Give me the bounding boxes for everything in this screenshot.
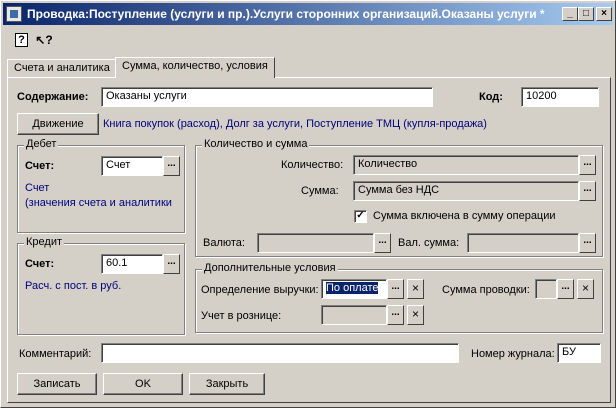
revenue-input[interactable]: По оплате xyxy=(321,279,387,299)
posting-sum-input[interactable] xyxy=(535,279,557,299)
quantity-select-button[interactable]: ... xyxy=(579,155,596,175)
currency-label: Валюта: xyxy=(203,237,245,249)
revenue-clear-button[interactable]: × xyxy=(407,279,424,299)
close-dialog-button[interactable]: Закрыть xyxy=(189,373,265,395)
retail-clear-button[interactable]: × xyxy=(407,305,424,325)
quantity-label: Количество: xyxy=(281,159,344,171)
quantity-input[interactable]: Количество xyxy=(353,155,579,175)
movement-button[interactable]: Движение xyxy=(17,113,99,135)
journal-label: Номер журнала: xyxy=(471,348,555,360)
app-icon xyxy=(6,6,22,22)
debit-desc-2: (значения счета и аналитики xyxy=(25,197,172,209)
credit-account-input[interactable]: 60.1 xyxy=(101,254,163,274)
currency-input[interactable] xyxy=(257,233,374,253)
extra-title: Дополнительные условия xyxy=(202,262,338,274)
posting-sum-label: Сумма проводки: xyxy=(442,284,530,296)
currency-sum-label: Вал. сумма: xyxy=(398,237,460,249)
content-label: Содержание: xyxy=(17,91,89,103)
debit-account-input[interactable]: Счет xyxy=(101,156,163,176)
retail-input[interactable] xyxy=(321,305,387,325)
code-label: Код: xyxy=(479,91,503,103)
toolbar: ? ↖? xyxy=(3,27,613,53)
credit-desc: Расч. с пост. в руб. xyxy=(25,280,122,292)
posting-sum-clear-button[interactable]: × xyxy=(577,279,594,299)
sum-included-checkbox[interactable]: ✓ xyxy=(354,210,367,223)
close-button[interactable]: × xyxy=(596,7,612,21)
debit-account-select-button[interactable]: ... xyxy=(163,156,180,176)
qty-sum-title: Количество и сумма xyxy=(202,138,310,150)
tab-sum-quantity[interactable]: Сумма, количество, условия xyxy=(115,57,275,78)
ok-button[interactable]: OK xyxy=(103,373,183,395)
sum-input[interactable]: Сумма без НДС xyxy=(353,181,579,201)
context-help-icon[interactable]: ↖? xyxy=(35,31,53,49)
posting-sum-select-button[interactable]: ... xyxy=(557,279,574,299)
movement-text: Книга покупок (расход), Долг за услуги, … xyxy=(103,118,487,130)
retail-select-button[interactable]: ... xyxy=(387,305,404,325)
currency-sum-input[interactable] xyxy=(467,233,579,253)
save-button[interactable]: Записать xyxy=(17,373,97,395)
window-title: Проводка:Поступление (услуги и пр.).Услу… xyxy=(27,7,545,21)
currency-sum-select-button[interactable]: ... xyxy=(579,233,596,253)
comment-label: Комментарий: xyxy=(19,348,92,360)
comment-input[interactable] xyxy=(101,343,459,363)
title-bar: Проводка:Поступление (услуги и пр.).Услу… xyxy=(3,3,613,25)
content-input[interactable]: Оказаны услуги xyxy=(101,87,433,107)
credit-account-select-button[interactable]: ... xyxy=(163,254,180,274)
retail-label: Учет в рознице: xyxy=(201,310,282,322)
code-input[interactable]: 10200 xyxy=(521,87,599,107)
revenue-label: Определение выручки: xyxy=(201,284,319,296)
maximize-button[interactable]: □ xyxy=(578,7,594,21)
debit-desc-1: Счет xyxy=(25,182,50,194)
credit-title: Кредит xyxy=(24,236,65,248)
currency-select-button[interactable]: ... xyxy=(374,233,391,253)
journal-input[interactable]: БУ xyxy=(557,343,601,363)
sum-label: Сумма: xyxy=(301,185,339,197)
minimize-button[interactable]: _ xyxy=(562,7,578,21)
dialog-window: Проводка:Поступление (услуги и пр.).Услу… xyxy=(0,0,616,408)
debit-title: Дебет xyxy=(24,138,59,150)
revenue-select-button[interactable]: ... xyxy=(387,279,404,299)
debit-account-label: Счет: xyxy=(25,160,55,172)
help-icon[interactable]: ? xyxy=(15,33,28,47)
sum-included-label: Сумма включена в сумму операции xyxy=(373,210,556,222)
sum-select-button[interactable]: ... xyxy=(579,181,596,201)
credit-account-label: Счет: xyxy=(25,258,55,270)
tab-accounts[interactable]: Счета и аналитика xyxy=(7,59,117,77)
